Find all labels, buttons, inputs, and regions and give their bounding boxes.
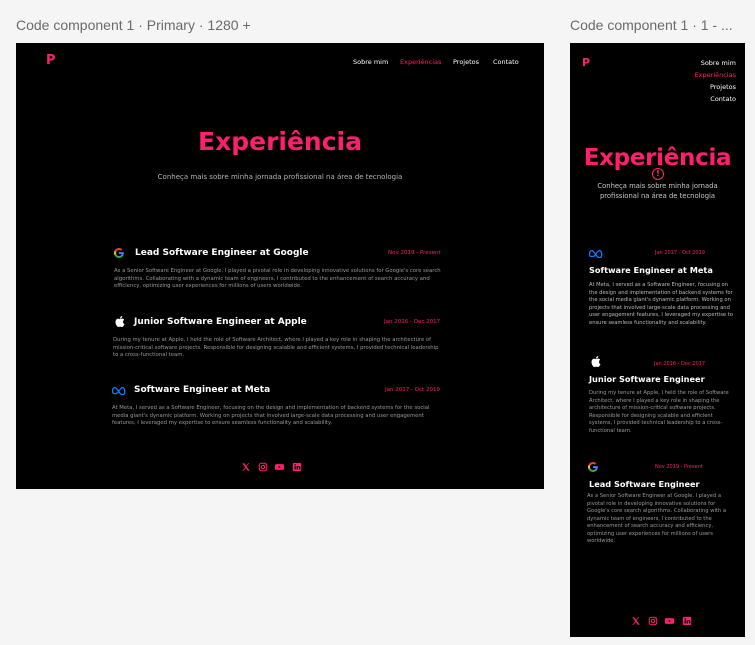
linkedin-icon[interactable]: [291, 461, 302, 472]
warning-icon[interactable]: !: [652, 168, 664, 180]
page-title: Experiência: [198, 127, 362, 156]
job-description: During my tenure at Apple, I held the ro…: [589, 390, 729, 434]
x-icon[interactable]: [630, 615, 641, 626]
job-date: Jan 2017 - Oct 2019: [385, 387, 440, 393]
logo[interactable]: P: [582, 56, 590, 69]
nav-projetos[interactable]: Projetos: [453, 58, 479, 66]
nav-sobre-mim[interactable]: Sobre mim: [353, 58, 388, 66]
job-date: Jan 2017 - Oct 2019: [655, 250, 705, 256]
x-icon[interactable]: [240, 461, 251, 472]
desktop-frame-label[interactable]: Code component 1 · Primary · 1280 +: [16, 17, 251, 33]
page-subtitle: Conheça mais sobre minha jornada profiss…: [597, 182, 718, 201]
nav-experiencias[interactable]: Experiências: [400, 58, 441, 66]
meta-icon: [589, 249, 603, 258]
nav-projetos[interactable]: Projetos: [695, 81, 736, 93]
logo[interactable]: P: [46, 53, 56, 68]
nav-experiencias[interactable]: Experiências: [695, 69, 736, 81]
job-date: Nov 2019 - Present: [655, 464, 703, 470]
mobile-nav: Sobre mim Experiências Projetos Contato: [695, 57, 736, 105]
mobile-frame-label[interactable]: Code component 1 · 1 - ...: [570, 17, 733, 33]
meta-icon: [112, 385, 126, 395]
youtube-icon[interactable]: [664, 615, 675, 626]
social-links: [240, 461, 302, 472]
youtube-icon[interactable]: [274, 461, 285, 472]
job-title: Lead Software Engineer: [589, 479, 700, 489]
nav-contato[interactable]: Contato: [493, 58, 519, 66]
mobile-frame: P Sobre mim Experiências Projetos Contat…: [570, 43, 745, 637]
job-description: During my tenure at Apple, I held the ro…: [113, 337, 439, 359]
job-title: Junior Software Engineer: [589, 374, 705, 384]
job-date: Nov 2019 - Present: [388, 250, 441, 256]
job-description: As a Senior Software Engineer at Google,…: [114, 268, 441, 290]
job-title: Software Engineer at Meta: [134, 385, 271, 395]
apple-icon: [113, 315, 125, 328]
nav-sobre-mim[interactable]: Sobre mim: [695, 57, 736, 69]
job-date: Jan 2016 - Dec 2017: [384, 319, 441, 325]
job-title: Software Engineer at Meta: [589, 265, 713, 275]
job-description: At Meta, I served as a Software Engineer…: [112, 405, 430, 427]
social-links: [630, 615, 692, 626]
instagram-icon[interactable]: [257, 461, 268, 472]
instagram-icon[interactable]: [647, 615, 658, 626]
job-description: As a Senior Software Engineer at Google,…: [587, 493, 727, 545]
job-title: Junior Software Engineer at Apple: [134, 317, 307, 327]
apple-icon: [589, 355, 601, 368]
page-subtitle: Conheça mais sobre minha jornada profiss…: [157, 173, 403, 181]
nav-contato[interactable]: Contato: [695, 93, 736, 105]
job-date: Jan 2016 - Dec 2017: [654, 361, 705, 367]
google-icon: [587, 461, 599, 473]
linkedin-icon[interactable]: [681, 615, 692, 626]
desktop-frame: P Sobre mim Experiências Projetos Contat…: [16, 43, 544, 489]
google-icon: [113, 247, 125, 259]
job-title: Lead Software Engineer at Google: [135, 248, 309, 258]
job-description: At Meta, I served as a Software Engineer…: [589, 282, 733, 326]
